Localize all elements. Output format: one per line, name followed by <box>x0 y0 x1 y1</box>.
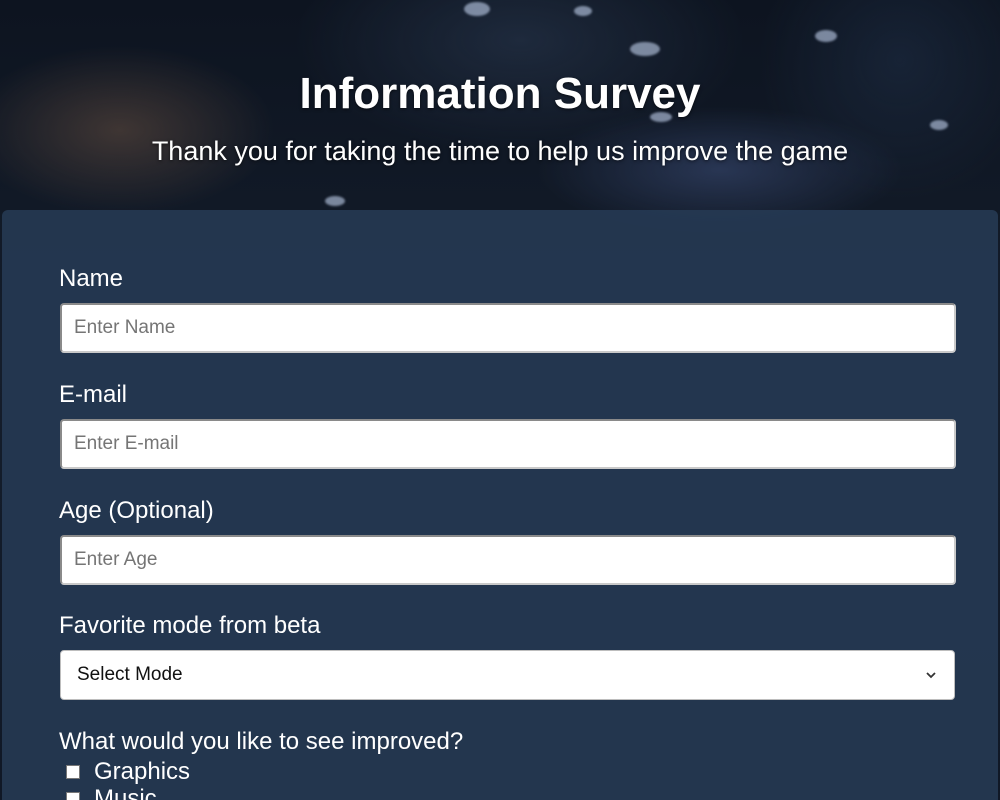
age-label: Age (Optional) <box>59 497 214 524</box>
checkbox-option-graphics[interactable]: Graphics <box>66 758 190 786</box>
page-title: Information Survey <box>299 69 701 118</box>
page-subtitle: Thank you for taking the time to help us… <box>151 136 849 166</box>
name-label: Name <box>59 265 124 292</box>
survey-form: Name E-mail Age (Optional) Favorite mode… <box>2 210 998 800</box>
improvements-label: What would you like to see improved? <box>59 728 464 755</box>
chevron-down-icon <box>924 668 938 682</box>
email-input[interactable] <box>60 419 956 469</box>
mode-select-value: Select Mode <box>77 664 183 685</box>
mode-select[interactable]: Select Mode <box>60 650 955 700</box>
graphics-checkbox[interactable] <box>66 765 80 779</box>
name-input[interactable] <box>60 303 956 353</box>
checkbox-label-music: Music <box>94 785 157 800</box>
email-label: E-mail <box>59 381 128 408</box>
page-header: Information Survey Thank you for taking … <box>0 0 1000 210</box>
checkbox-label-graphics: Graphics <box>94 758 191 785</box>
mode-label: Favorite mode from beta <box>59 612 321 639</box>
checkbox-option-music[interactable]: Music <box>66 785 157 800</box>
age-input[interactable] <box>60 535 956 585</box>
music-checkbox[interactable] <box>66 792 80 800</box>
